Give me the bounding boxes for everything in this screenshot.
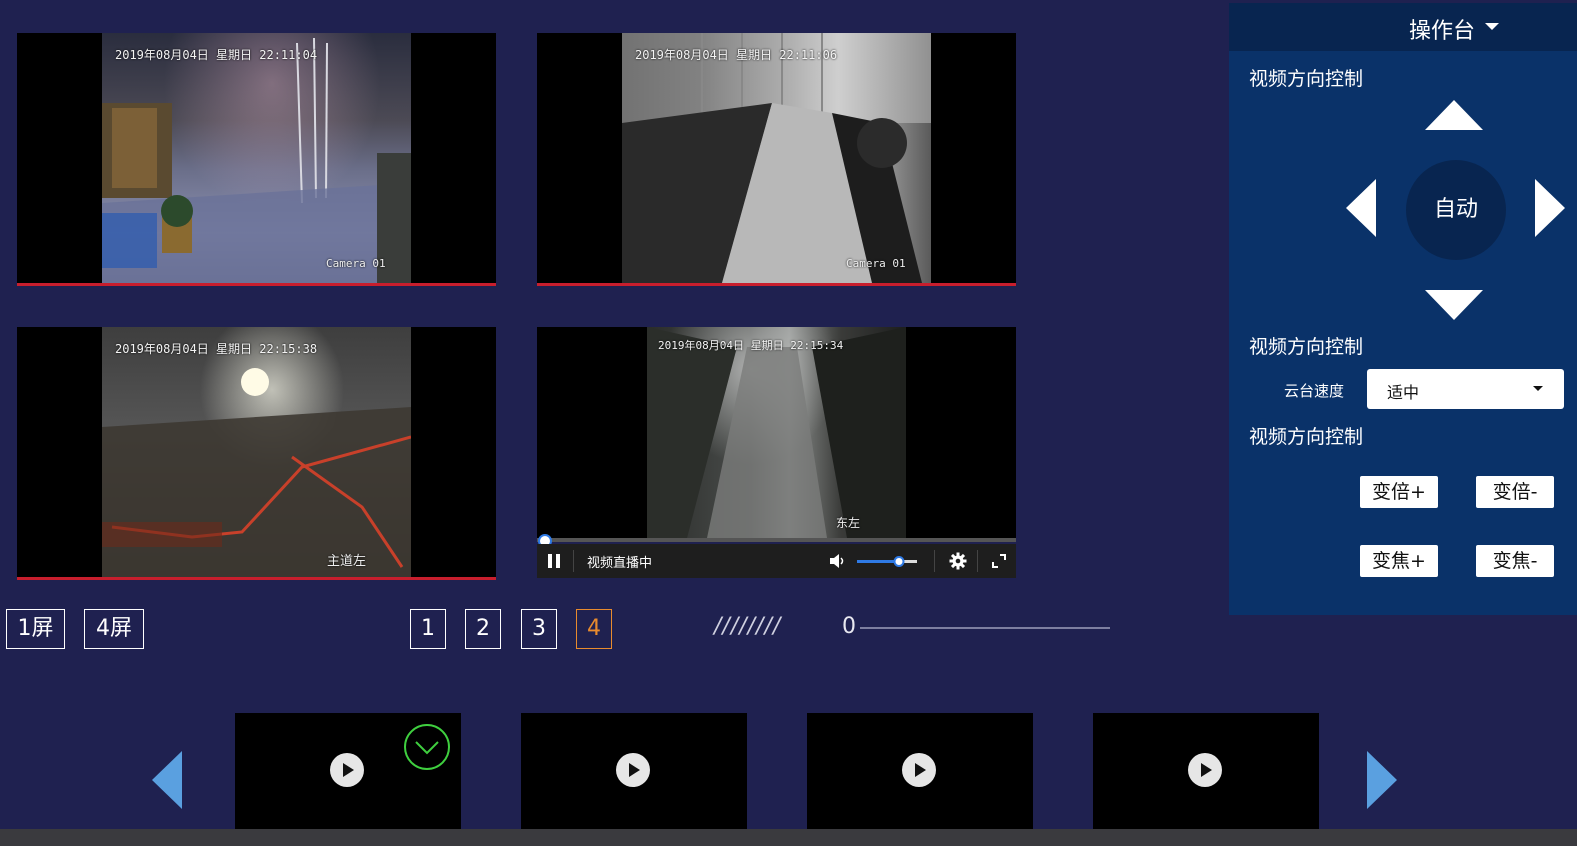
camera-timestamp: 2019年08月04日 星期日 22:15:34 <box>658 339 844 352</box>
camera-view-3[interactable]: 2019年08月04日 星期日 22:15:38 主道左 <box>17 327 496 580</box>
slider-value[interactable]: 0 <box>842 614 856 639</box>
volume-slider[interactable] <box>857 544 917 578</box>
direction-control-title: 视频方向控制 <box>1249 68 1364 90</box>
bottom-scrollbar[interactable] <box>0 829 1577 846</box>
zoom-out-button[interactable]: 变倍- <box>1476 476 1554 508</box>
focus-out-button[interactable]: 变焦- <box>1476 545 1554 577</box>
fullscreen-icon <box>992 554 1006 568</box>
arrow-left-button[interactable] <box>1346 179 1376 237</box>
camera-timestamp: 2019年08月04日 星期日 22:15:38 <box>115 342 318 356</box>
direction-control-title: 视频方向控制 <box>1249 426 1364 448</box>
camera-feed-image <box>102 327 411 577</box>
player-control-bar: 视频直播中 <box>537 544 1016 578</box>
camera-feed-image <box>102 33 411 283</box>
divider <box>977 550 978 572</box>
camera-feed-image <box>647 327 906 538</box>
camera-timestamp: 2019年08月04日 星期日 22:11:04 <box>115 48 318 62</box>
play-icon <box>902 753 936 787</box>
focus-in-button[interactable]: 变焦+ <box>1360 545 1438 577</box>
camera-label: 东左 <box>836 516 861 530</box>
camera-timestamp: 2019年08月04日 星期日 22:11:06 <box>635 48 838 62</box>
arrow-up-button[interactable] <box>1425 100 1483 130</box>
zoom-in-button[interactable]: 变倍+ <box>1360 476 1438 508</box>
volume-slider-graphic <box>857 556 917 567</box>
carousel-prev-button[interactable] <box>152 751 182 809</box>
play-icon <box>330 753 364 787</box>
ptz-speed-select[interactable]: 适中 <box>1367 369 1564 409</box>
live-status: 视频直播中 <box>587 555 653 571</box>
camera-feed-image <box>622 33 931 283</box>
caret-down-icon <box>1533 386 1543 391</box>
ptz-speed-value: 适中 <box>1387 383 1420 402</box>
volume-icon <box>830 554 844 568</box>
fullscreen-button[interactable] <box>988 544 1010 578</box>
direction-control-title: 视频方向控制 <box>1249 336 1364 358</box>
camera-label: Camera 01 <box>846 257 906 270</box>
arrow-down-button[interactable] <box>1425 290 1483 320</box>
pause-icon <box>548 554 560 568</box>
thumbnail-1[interactable] <box>235 713 461 829</box>
thumbnail-3[interactable] <box>807 713 1033 829</box>
panel-header[interactable]: 操作台 <box>1229 3 1577 51</box>
camera-label: 主道左 <box>327 554 367 569</box>
divider <box>573 550 574 572</box>
volume-button[interactable] <box>827 544 849 578</box>
ptz-speed-label: 云台速度 <box>1284 382 1345 400</box>
layout-4-screen-button[interactable]: 4屏 <box>84 609 144 649</box>
arrow-right-button[interactable] <box>1535 179 1565 237</box>
thumbnail-2[interactable] <box>521 713 747 829</box>
scene-graphic <box>102 368 411 577</box>
slider-track[interactable] <box>860 627 1110 629</box>
page-button-3[interactable]: 3 <box>521 609 557 649</box>
divider <box>934 550 935 572</box>
carousel-next-button[interactable] <box>1367 751 1397 809</box>
play-icon <box>1188 753 1222 787</box>
camera-view-2[interactable]: 2019年08月04日 星期日 22:11:06 Camera 01 <box>537 33 1016 286</box>
caret-down-icon <box>1485 23 1499 30</box>
slider-hatch: //////// <box>714 614 782 639</box>
gear-icon <box>949 552 967 570</box>
scene-graphic <box>647 327 906 538</box>
pause-button[interactable] <box>543 544 565 578</box>
page-button-1[interactable]: 1 <box>410 609 446 649</box>
auto-button[interactable]: 自动 <box>1406 160 1506 260</box>
panel-title: 操作台 <box>1409 19 1476 44</box>
scene-graphic <box>622 33 931 283</box>
camera-label: Camera 01 <box>326 257 386 270</box>
camera-view-4[interactable]: 2019年08月04日 星期日 22:15:34 东左 <box>537 327 1016 538</box>
layout-1-screen-button[interactable]: 1屏 <box>6 609 65 649</box>
thumbnail-4[interactable] <box>1093 713 1319 829</box>
control-panel: 操作台 视频方向控制 自动 视频方向控制 云台速度 适中 视频方向控制 变倍+ … <box>1229 3 1577 615</box>
progress-track[interactable] <box>537 538 1016 542</box>
camera-view-1[interactable]: 2019年08月04日 星期日 22:11:04 Camera 01 <box>17 33 496 286</box>
page-button-2[interactable]: 2 <box>465 609 501 649</box>
settings-button[interactable] <box>947 544 969 578</box>
scene-graphic <box>102 37 411 283</box>
selected-check-icon <box>404 724 450 770</box>
play-icon <box>616 753 650 787</box>
page-button-4[interactable]: 4 <box>576 609 612 649</box>
